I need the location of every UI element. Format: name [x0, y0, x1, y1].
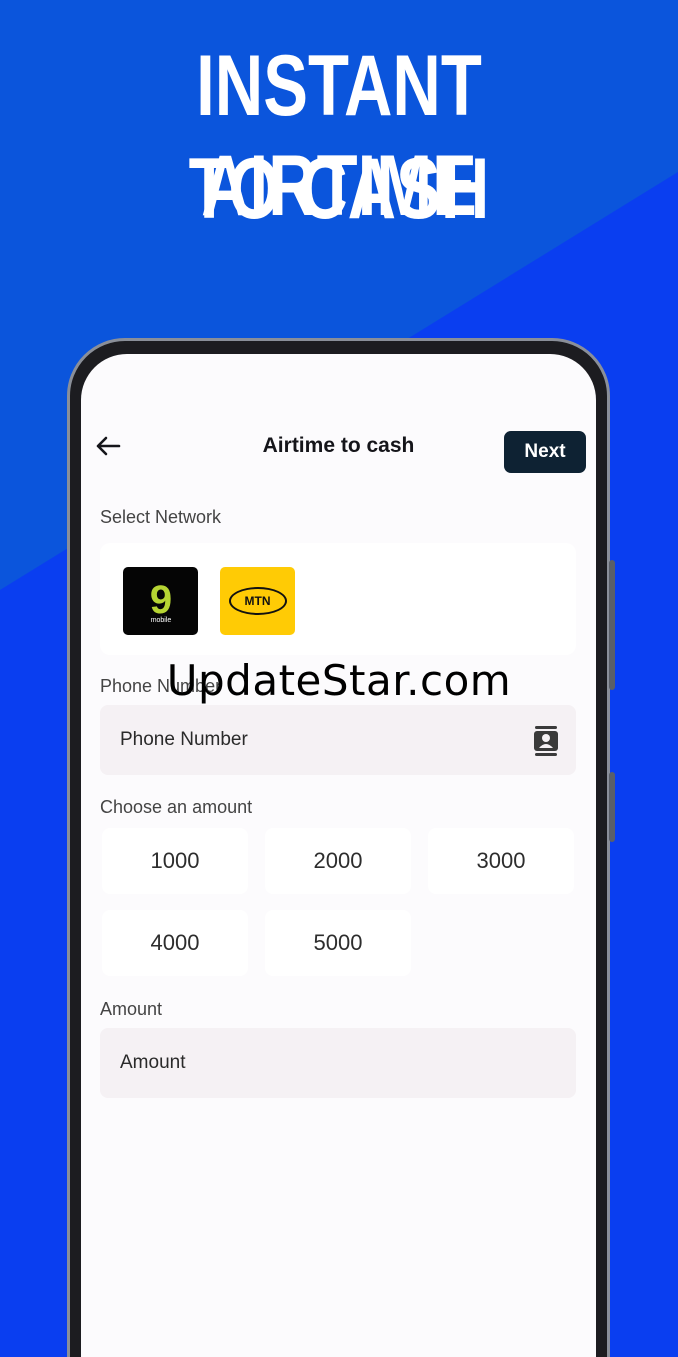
headline-line-2: TO CASH — [188, 141, 490, 237]
select-network-label: Select Network — [100, 507, 222, 527]
amount-field[interactable] — [100, 1028, 576, 1098]
network-option-9mobile[interactable]: 9 mobile — [123, 567, 198, 635]
watermark-text: UpdateStar.com — [166, 656, 512, 705]
amount-option[interactable]: 1000 — [102, 828, 248, 894]
amount-option[interactable]: 4000 — [102, 910, 248, 976]
amount-option[interactable]: 3000 — [428, 828, 574, 894]
phone-power-button — [609, 772, 615, 842]
phone-number-input[interactable] — [120, 705, 500, 775]
amount-input[interactable] — [120, 1028, 500, 1098]
choose-amount-label: Choose an amount — [100, 797, 253, 817]
9mobile-logo-icon: 9 mobile — [149, 579, 171, 623]
svg-text:mobile: mobile — [150, 617, 171, 623]
amount-label: Amount — [100, 999, 163, 1019]
phone-number-field[interactable] — [100, 705, 576, 775]
svg-text:9: 9 — [149, 579, 171, 622]
phone-screen: Airtime to cash Next Select Network 9 mo… — [81, 354, 596, 1357]
next-button[interactable]: Next — [504, 431, 586, 473]
amount-option[interactable]: 2000 — [265, 828, 411, 894]
amount-option[interactable]: 5000 — [265, 910, 411, 976]
contacts-icon[interactable] — [532, 725, 560, 757]
mtn-logo-icon: MTN — [228, 587, 287, 615]
network-option-mtn[interactable]: MTN — [220, 567, 295, 635]
